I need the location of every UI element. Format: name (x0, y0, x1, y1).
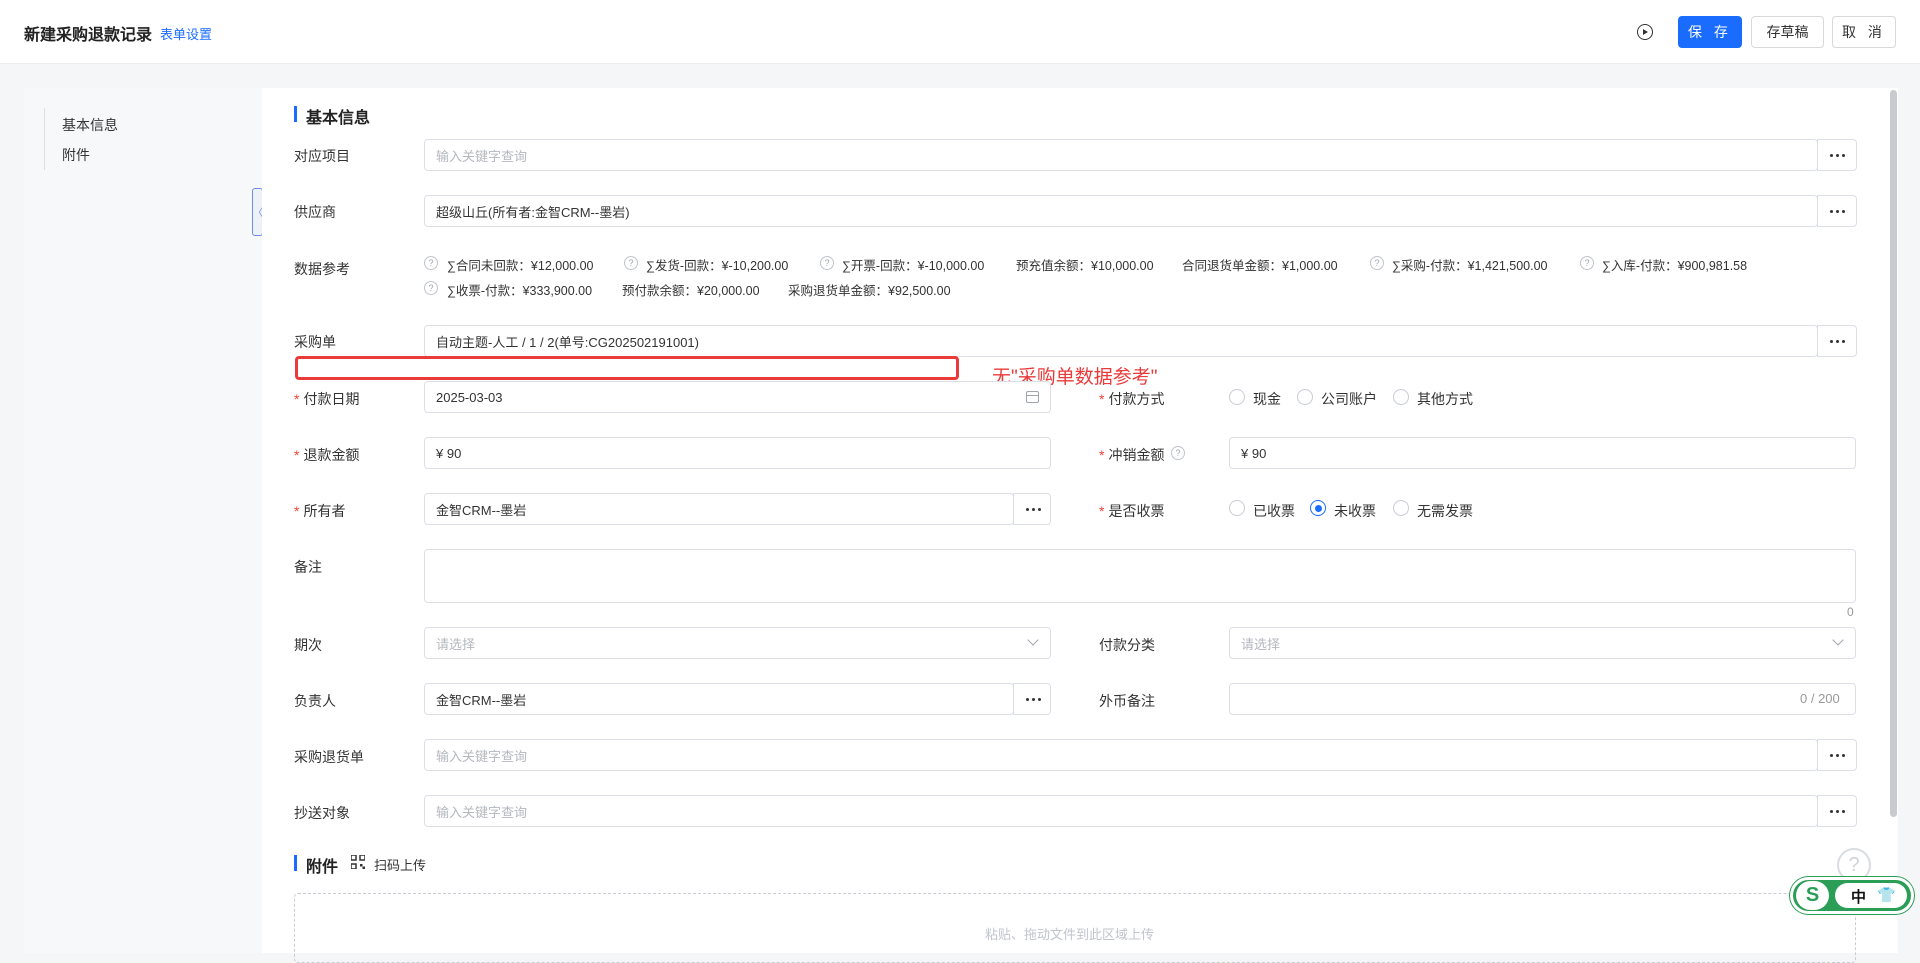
period-select[interactable]: 请选择 (424, 627, 1051, 659)
cancel-button[interactable]: 取 消 (1832, 16, 1896, 48)
return-order-input[interactable]: 输入关键字查询 (424, 739, 1818, 771)
left-nav-panel (24, 88, 262, 953)
scan-upload-button[interactable]: 扫码上传 (374, 855, 426, 874)
radio-invoice-received[interactable] (1229, 500, 1245, 516)
data-ref-label: 数据参考 (294, 261, 350, 277)
help-icon (424, 256, 438, 270)
pay-date-input[interactable]: 2025-03-03 (424, 381, 1051, 413)
purchase-order-picker-button[interactable] (1817, 325, 1857, 357)
manager-input[interactable]: 金智CRM--墨岩 (424, 683, 1014, 715)
play-help-icon[interactable] (1637, 24, 1653, 40)
nav-divider (44, 108, 45, 170)
save-draft-button[interactable]: 存草稿 (1751, 16, 1824, 48)
manager-label: 负责人 (294, 693, 336, 709)
nav-item-attachment[interactable]: 附件 (62, 145, 90, 165)
data-ref-item: ∑收票-付款：¥333,900.00 (447, 284, 593, 298)
fx-remark-char-count: 0 / 200 (1800, 691, 1840, 706)
ime-logo-icon[interactable]: S (1796, 881, 1829, 910)
data-ref-item: ∑入库-付款：¥900,981.58 (1602, 259, 1748, 273)
help-icon (624, 256, 638, 270)
invoice-received-label: 是否收票 (1099, 501, 1164, 521)
purchase-order-input[interactable]: 自动主题-人工 / 1 / 2(单号:CG202502191001) (424, 325, 1818, 357)
data-ref-item: 预充值余额：¥10,000.00 (1016, 259, 1154, 273)
project-label: 对应项目 (294, 148, 350, 164)
remark-textarea[interactable] (424, 549, 1856, 603)
radio-invoice-not-received-label[interactable]: 未收票 (1334, 501, 1376, 521)
save-button[interactable]: 保 存 (1678, 16, 1742, 48)
pay-category-label: 付款分类 (1099, 637, 1155, 653)
section-title-basic: 基本信息 (294, 104, 370, 128)
refund-amount-input[interactable]: ¥ 90 (424, 437, 1051, 469)
project-input[interactable]: 输入关键字查询 (424, 139, 1818, 171)
data-ref-item: ∑发货-回款：¥-10,200.00 (646, 259, 789, 273)
fx-remark-input[interactable] (1229, 683, 1856, 715)
radio-company-account[interactable] (1297, 389, 1313, 405)
radio-other-method[interactable] (1393, 389, 1409, 405)
period-label: 期次 (294, 637, 322, 653)
pay-category-select[interactable]: 请选择 (1229, 627, 1856, 659)
help-icon (1580, 256, 1594, 270)
calendar-icon[interactable] (1026, 391, 1039, 403)
radio-invoice-received-label[interactable]: 已收票 (1253, 501, 1295, 521)
supplier-picker-button[interactable] (1817, 195, 1857, 227)
project-picker-button[interactable] (1817, 139, 1857, 171)
help-icon (424, 281, 438, 295)
writeoff-amount-input[interactable]: ¥ 90 (1229, 437, 1856, 469)
help-icon (820, 256, 834, 270)
remark-label: 备注 (294, 559, 322, 575)
radio-no-invoice-needed-label[interactable]: 无需发票 (1417, 501, 1473, 521)
nav-item-basic-info[interactable]: 基本信息 (62, 115, 118, 135)
upload-hint: 粘贴、拖动文件到此区域上传 (985, 927, 1155, 942)
radio-cash-label[interactable]: 现金 (1253, 389, 1281, 409)
top-header (0, 0, 1920, 64)
supplier-input[interactable]: 超级山丘(所有者:金智CRM--墨岩) (424, 195, 1818, 227)
qr-code-icon[interactable] (351, 855, 365, 869)
ime-skin-icon[interactable]: 👕 (1877, 886, 1896, 904)
manager-picker-button[interactable] (1013, 683, 1051, 715)
data-ref-item: 采购退货单金额：¥92,500.00 (788, 284, 951, 298)
purchase-order-label: 采购单 (294, 334, 336, 350)
help-icon (1171, 446, 1185, 460)
return-order-picker-button[interactable] (1817, 739, 1857, 771)
data-ref-item: ∑开票-回款：¥-10,000.00 (842, 259, 985, 273)
owner-label: 所有者 (294, 501, 345, 521)
data-ref-item: 合同退货单金额：¥1,000.00 (1182, 259, 1338, 273)
annotation-box (295, 356, 959, 380)
radio-other-method-label[interactable]: 其他方式 (1417, 389, 1473, 409)
refund-amount-label: 退款金额 (294, 445, 359, 465)
owner-picker-button[interactable] (1013, 493, 1051, 525)
cc-label: 抄送对象 (294, 805, 350, 821)
data-ref-item: ∑合同未回款：¥12,000.00 (447, 259, 594, 273)
help-icon (1370, 256, 1384, 270)
cc-picker-button[interactable] (1817, 795, 1857, 827)
radio-no-invoice-needed[interactable] (1393, 500, 1409, 516)
ime-chinese-mode[interactable]: 中 (1851, 886, 1866, 907)
return-order-label: 采购退货单 (294, 749, 364, 765)
owner-input[interactable]: 金智CRM--墨岩 (424, 493, 1014, 525)
ime-pill (1835, 883, 1907, 908)
radio-invoice-not-received[interactable] (1310, 500, 1326, 516)
section-title-attachment: 附件 (294, 853, 338, 877)
radio-company-account-label[interactable]: 公司账户 (1321, 389, 1377, 409)
pay-method-label: 付款方式 (1099, 389, 1164, 409)
writeoff-amount-label: 冲销金额 (1099, 445, 1164, 465)
radio-cash[interactable] (1229, 389, 1245, 405)
data-ref-item: ∑采购-付款：¥1,421,500.00 (1392, 259, 1548, 273)
cc-input[interactable]: 输入关键字查询 (424, 795, 1818, 827)
fx-remark-label: 外币备注 (1099, 693, 1155, 709)
remark-char-count: 0 (1847, 605, 1854, 619)
data-ref-item: 预付款余额：¥20,000.00 (622, 284, 760, 298)
supplier-label: 供应商 (294, 204, 336, 220)
page-title: 新建采购退款记录 (24, 27, 153, 44)
scrollbar[interactable] (1890, 90, 1897, 817)
form-settings-link[interactable]: 表单设置 (160, 24, 212, 43)
pay-date-label: 付款日期 (294, 389, 359, 409)
